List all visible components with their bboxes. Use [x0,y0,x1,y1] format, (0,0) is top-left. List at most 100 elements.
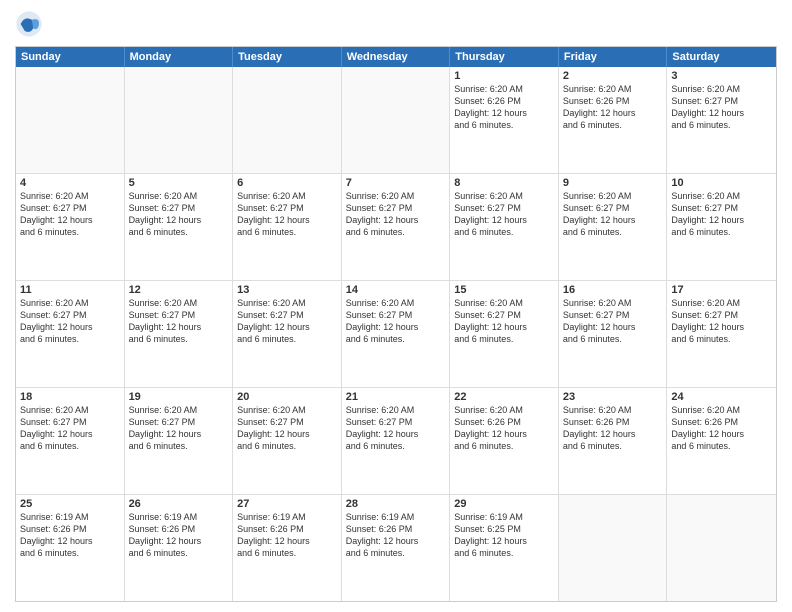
calendar-cell: 23Sunrise: 6:20 AM Sunset: 6:26 PM Dayli… [559,388,668,494]
calendar-cell: 4Sunrise: 6:20 AM Sunset: 6:27 PM Daylig… [16,174,125,280]
day-info: Sunrise: 6:20 AM Sunset: 6:26 PM Dayligh… [563,404,663,453]
day-number: 14 [346,284,446,296]
day-number: 6 [237,177,337,189]
calendar-day-header: Wednesday [342,47,451,67]
day-number: 13 [237,284,337,296]
calendar-cell: 10Sunrise: 6:20 AM Sunset: 6:27 PM Dayli… [667,174,776,280]
day-number: 20 [237,391,337,403]
calendar-cell: 17Sunrise: 6:20 AM Sunset: 6:27 PM Dayli… [667,281,776,387]
day-info: Sunrise: 6:19 AM Sunset: 6:26 PM Dayligh… [237,511,337,560]
day-info: Sunrise: 6:20 AM Sunset: 6:27 PM Dayligh… [454,190,554,239]
calendar-cell: 14Sunrise: 6:20 AM Sunset: 6:27 PM Dayli… [342,281,451,387]
calendar-cell: 16Sunrise: 6:20 AM Sunset: 6:27 PM Dayli… [559,281,668,387]
calendar-cell: 19Sunrise: 6:20 AM Sunset: 6:27 PM Dayli… [125,388,234,494]
day-number: 21 [346,391,446,403]
day-info: Sunrise: 6:20 AM Sunset: 6:26 PM Dayligh… [454,404,554,453]
day-info: Sunrise: 6:19 AM Sunset: 6:26 PM Dayligh… [346,511,446,560]
day-number: 22 [454,391,554,403]
day-info: Sunrise: 6:19 AM Sunset: 6:26 PM Dayligh… [129,511,229,560]
day-number: 28 [346,498,446,510]
day-info: Sunrise: 6:20 AM Sunset: 6:27 PM Dayligh… [20,190,120,239]
logo [15,10,47,38]
calendar-cell: 20Sunrise: 6:20 AM Sunset: 6:27 PM Dayli… [233,388,342,494]
day-number: 25 [20,498,120,510]
day-number: 23 [563,391,663,403]
calendar-day-header: Tuesday [233,47,342,67]
calendar-row: 11Sunrise: 6:20 AM Sunset: 6:27 PM Dayli… [16,280,776,387]
calendar-cell: 18Sunrise: 6:20 AM Sunset: 6:27 PM Dayli… [16,388,125,494]
day-info: Sunrise: 6:20 AM Sunset: 6:26 PM Dayligh… [454,83,554,132]
calendar-cell: 11Sunrise: 6:20 AM Sunset: 6:27 PM Dayli… [16,281,125,387]
day-number: 18 [20,391,120,403]
day-number: 4 [20,177,120,189]
calendar-cell [342,67,451,173]
day-number: 26 [129,498,229,510]
day-info: Sunrise: 6:20 AM Sunset: 6:27 PM Dayligh… [20,404,120,453]
day-info: Sunrise: 6:20 AM Sunset: 6:27 PM Dayligh… [454,297,554,346]
day-info: Sunrise: 6:20 AM Sunset: 6:27 PM Dayligh… [237,190,337,239]
day-info: Sunrise: 6:20 AM Sunset: 6:27 PM Dayligh… [346,190,446,239]
calendar-cell: 3Sunrise: 6:20 AM Sunset: 6:27 PM Daylig… [667,67,776,173]
calendar-cell [559,495,668,601]
calendar-cell: 12Sunrise: 6:20 AM Sunset: 6:27 PM Dayli… [125,281,234,387]
calendar-cell: 8Sunrise: 6:20 AM Sunset: 6:27 PM Daylig… [450,174,559,280]
day-number: 3 [671,70,772,82]
day-number: 27 [237,498,337,510]
day-info: Sunrise: 6:20 AM Sunset: 6:27 PM Dayligh… [563,190,663,239]
day-number: 9 [563,177,663,189]
page-header [15,10,777,38]
day-number: 24 [671,391,772,403]
calendar-body: 1Sunrise: 6:20 AM Sunset: 6:26 PM Daylig… [16,67,776,601]
calendar-cell: 2Sunrise: 6:20 AM Sunset: 6:26 PM Daylig… [559,67,668,173]
day-info: Sunrise: 6:20 AM Sunset: 6:26 PM Dayligh… [671,404,772,453]
day-info: Sunrise: 6:19 AM Sunset: 6:25 PM Dayligh… [454,511,554,560]
day-info: Sunrise: 6:20 AM Sunset: 6:27 PM Dayligh… [129,190,229,239]
calendar-cell: 24Sunrise: 6:20 AM Sunset: 6:26 PM Dayli… [667,388,776,494]
calendar-cell: 25Sunrise: 6:19 AM Sunset: 6:26 PM Dayli… [16,495,125,601]
logo-icon [15,10,43,38]
calendar-day-header: Friday [559,47,668,67]
calendar-row: 4Sunrise: 6:20 AM Sunset: 6:27 PM Daylig… [16,173,776,280]
calendar-cell: 1Sunrise: 6:20 AM Sunset: 6:26 PM Daylig… [450,67,559,173]
calendar-row: 18Sunrise: 6:20 AM Sunset: 6:27 PM Dayli… [16,387,776,494]
day-info: Sunrise: 6:20 AM Sunset: 6:27 PM Dayligh… [346,297,446,346]
calendar-cell: 26Sunrise: 6:19 AM Sunset: 6:26 PM Dayli… [125,495,234,601]
calendar-cell: 9Sunrise: 6:20 AM Sunset: 6:27 PM Daylig… [559,174,668,280]
day-number: 15 [454,284,554,296]
day-info: Sunrise: 6:19 AM Sunset: 6:26 PM Dayligh… [20,511,120,560]
calendar-cell: 15Sunrise: 6:20 AM Sunset: 6:27 PM Dayli… [450,281,559,387]
calendar-cell [667,495,776,601]
calendar-day-header: Monday [125,47,234,67]
day-number: 1 [454,70,554,82]
calendar-cell: 21Sunrise: 6:20 AM Sunset: 6:27 PM Dayli… [342,388,451,494]
day-number: 7 [346,177,446,189]
calendar-cell: 7Sunrise: 6:20 AM Sunset: 6:27 PM Daylig… [342,174,451,280]
calendar-cell: 5Sunrise: 6:20 AM Sunset: 6:27 PM Daylig… [125,174,234,280]
calendar-header: SundayMondayTuesdayWednesdayThursdayFrid… [16,47,776,67]
day-number: 10 [671,177,772,189]
calendar-cell [125,67,234,173]
day-info: Sunrise: 6:20 AM Sunset: 6:27 PM Dayligh… [671,83,772,132]
calendar-cell: 27Sunrise: 6:19 AM Sunset: 6:26 PM Dayli… [233,495,342,601]
calendar-day-header: Saturday [667,47,776,67]
calendar-cell: 22Sunrise: 6:20 AM Sunset: 6:26 PM Dayli… [450,388,559,494]
calendar-row: 25Sunrise: 6:19 AM Sunset: 6:26 PM Dayli… [16,494,776,601]
day-number: 19 [129,391,229,403]
calendar-cell: 6Sunrise: 6:20 AM Sunset: 6:27 PM Daylig… [233,174,342,280]
calendar-cell: 29Sunrise: 6:19 AM Sunset: 6:25 PM Dayli… [450,495,559,601]
day-info: Sunrise: 6:20 AM Sunset: 6:27 PM Dayligh… [20,297,120,346]
day-number: 12 [129,284,229,296]
calendar: SundayMondayTuesdayWednesdayThursdayFrid… [15,46,777,602]
calendar-day-header: Thursday [450,47,559,67]
day-number: 11 [20,284,120,296]
day-number: 17 [671,284,772,296]
calendar-row: 1Sunrise: 6:20 AM Sunset: 6:26 PM Daylig… [16,67,776,173]
day-number: 2 [563,70,663,82]
day-number: 29 [454,498,554,510]
day-info: Sunrise: 6:20 AM Sunset: 6:27 PM Dayligh… [237,297,337,346]
day-info: Sunrise: 6:20 AM Sunset: 6:27 PM Dayligh… [129,297,229,346]
calendar-day-header: Sunday [16,47,125,67]
calendar-cell [233,67,342,173]
calendar-cell [16,67,125,173]
calendar-cell: 28Sunrise: 6:19 AM Sunset: 6:26 PM Dayli… [342,495,451,601]
